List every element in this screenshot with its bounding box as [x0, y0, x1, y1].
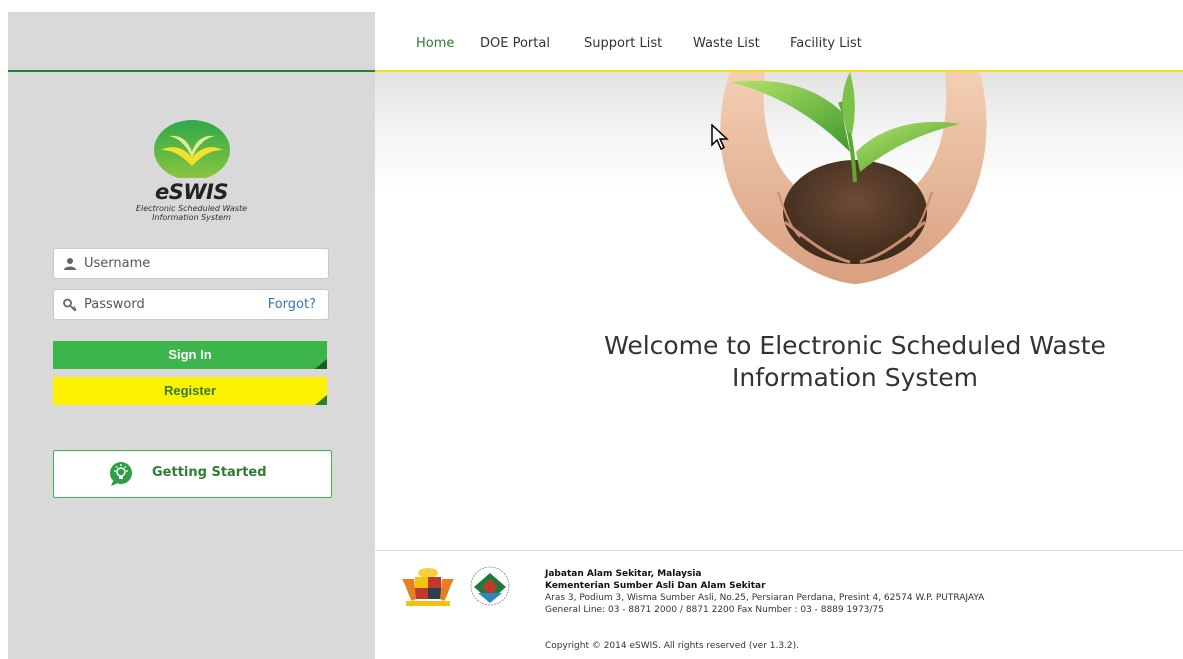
footer-phone: General Line: 03 - 8871 2000 / 8871 2200…: [545, 605, 884, 615]
nav-waste-list[interactable]: Waste List: [693, 36, 760, 51]
nav-home[interactable]: Home: [416, 36, 454, 51]
footer-address: Jabatan Alam Sekitar, Malaysia Kementeri…: [545, 568, 984, 616]
footer-address-line: Aras 3, Podium 3, Wisma Sumber Asli, No.…: [545, 593, 985, 603]
password-field[interactable]: Forgot?: [53, 289, 329, 320]
top-navigation: Home DOE Portal Support List Waste List …: [375, 12, 1183, 70]
sign-in-label: Sign In: [168, 347, 212, 362]
getting-started-button[interactable]: Getting Started: [53, 450, 332, 498]
malaysia-coat-of-arms-icon: [402, 568, 454, 606]
government-logos-icon: [402, 566, 510, 606]
welcome-line2: Information System: [732, 363, 978, 392]
footer-ministry: Kementerian Sumber Asli Dan Alam Sekitar: [545, 581, 766, 591]
username-input[interactable]: [84, 249, 274, 278]
welcome-line1: Welcome to Electronic Scheduled Waste: [604, 331, 1106, 360]
register-label: Register: [163, 383, 217, 398]
welcome-message: Welcome to Electronic Scheduled Waste In…: [535, 330, 1175, 394]
password-input[interactable]: [84, 290, 234, 319]
lightbulb-chat-icon: [110, 462, 132, 486]
key-icon: [63, 298, 77, 312]
sign-in-button[interactable]: Sign In: [53, 341, 327, 369]
eswis-leaf-logo-icon: [153, 120, 230, 178]
ministry-logo-icon: [470, 566, 510, 606]
corner-fold: [315, 359, 327, 369]
hero-section: Welcome to Electronic Scheduled Waste In…: [375, 72, 1183, 550]
brand-tagline-line1: Electronic Scheduled Waste: [135, 204, 248, 213]
sidebar-divider: [8, 70, 375, 72]
corner-fold: [315, 395, 327, 405]
forgot-password-link[interactable]: Forgot?: [268, 297, 316, 312]
brand-tagline-line2: Information System: [152, 213, 231, 222]
footer-divider: [375, 550, 1183, 551]
nav-facility-list[interactable]: Facility List: [790, 36, 862, 51]
nav-doe-portal[interactable]: DOE Portal: [480, 36, 550, 51]
username-field[interactable]: [53, 248, 329, 279]
mouse-cursor-icon: [711, 124, 729, 150]
getting-started-label: Getting Started: [152, 465, 267, 480]
brand-name: eSWIS: [155, 180, 228, 204]
footer-logos: [398, 565, 528, 611]
footer-copyright: Copyright © 2014 eSWIS. All rights reser…: [545, 641, 800, 651]
login-sidebar: eSWIS Electronic Scheduled Waste Informa…: [8, 12, 375, 659]
hands-seedling-icon: [720, 72, 987, 284]
nav-support-list[interactable]: Support List: [584, 36, 662, 51]
user-icon: [64, 258, 76, 270]
register-button[interactable]: Register: [53, 377, 327, 405]
eswis-logo: eSWIS Electronic Scheduled Waste Informa…: [8, 114, 375, 222]
footer-org-name: Jabatan Alam Sekitar, Malaysia: [545, 569, 702, 579]
